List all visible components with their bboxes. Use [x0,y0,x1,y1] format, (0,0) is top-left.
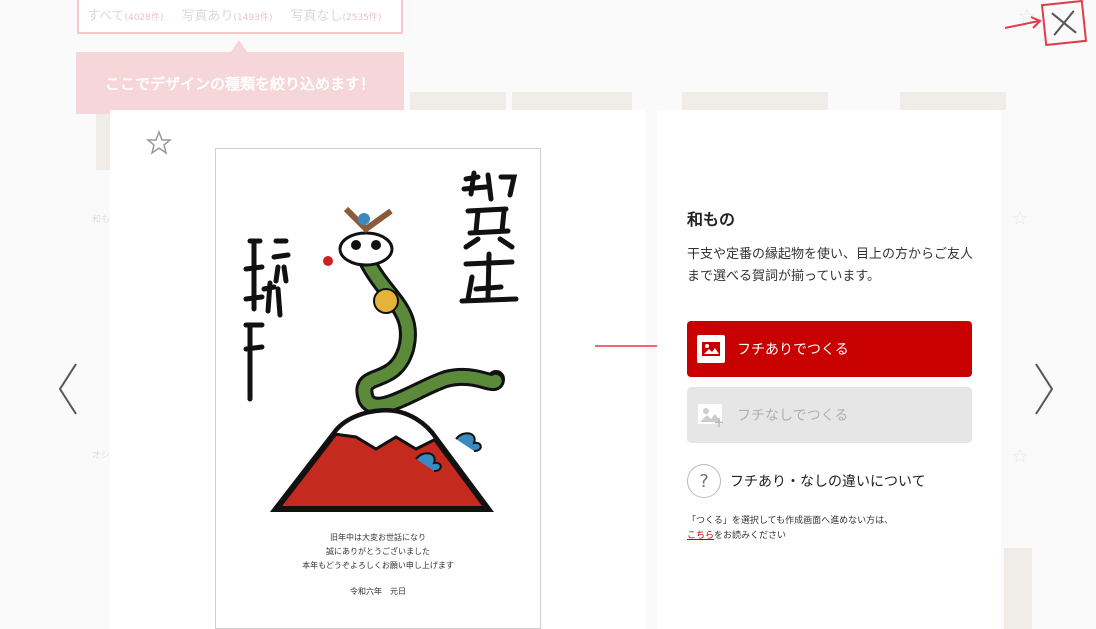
info-panel: 和もの 干支や定番の縁起物を使い、目上の方からご友人まで選べる賀詞が揃っています… [657,110,1001,629]
filter-tab-all: すべて(4028件) [87,8,164,24]
background-thumbnail [1004,548,1032,629]
postcard-preview: 旧年中は大変お世話になり 誠にありがとうございました 本年もどうぞよろしくお願い… [215,148,541,629]
help-link[interactable]: こちら [687,531,714,541]
close-x-icon [1051,10,1077,36]
filter-tabs: すべて(4028件) 写真あり(1493件) 写真なし(2535件) [77,0,403,34]
chevron-left-icon[interactable] [56,362,80,416]
background-star-icon: ☆ [1011,444,1029,468]
create-with-border-button[interactable]: フチありでつくる [687,321,972,377]
background-thumbnail [900,92,1006,110]
image-framed-icon [697,335,725,363]
preview-panel: 旧年中は大変お世話になり 誠にありがとうございました 本年もどうぞよろしくお願い… [110,110,646,629]
close-button[interactable] [1040,0,1088,47]
background-thumbnail [410,92,506,110]
design-category-description: 干支や定番の縁起物を使い、目上の方からご友人まで選べる賀詞が揃っています。 [687,247,974,284]
background-thumbnail [96,114,110,170]
question-icon: ? [687,464,721,498]
greeting-text: 旧年中は大変お世話になり 誠にありがとうございました 本年もどうぞよろしくお願い… [302,533,454,570]
greeting-date: 令和六年 元日 [350,587,406,596]
background-thumbnail [512,92,632,110]
filter-tooltip: ここでデザインの種類を絞り込めます！ [76,40,404,114]
chevron-right-icon[interactable] [1032,362,1056,416]
image-borderless-icon [697,401,725,429]
annotation-arrow-icon [1004,16,1042,29]
star-outline-icon[interactable] [146,130,172,156]
border-difference-link[interactable]: ? フチあり・なしの違いについて [687,464,926,498]
background-star-icon: ☆ [1011,206,1029,230]
dragon-illustration [243,170,519,512]
background-category-label: オシ [92,451,111,461]
filter-tab-with-photo: 写真あり(1493件) [181,8,273,24]
background-thumbnail [682,92,828,110]
create-without-border-button[interactable]: フチなしでつくる [687,387,972,443]
help-note: 「つくる」を選択しても作成画面へ進めない方は、 こちらをお読みください [687,516,894,541]
design-category-title: 和もの [687,210,736,229]
filter-tab-no-photo: 写真なし(2535件) [290,8,382,24]
